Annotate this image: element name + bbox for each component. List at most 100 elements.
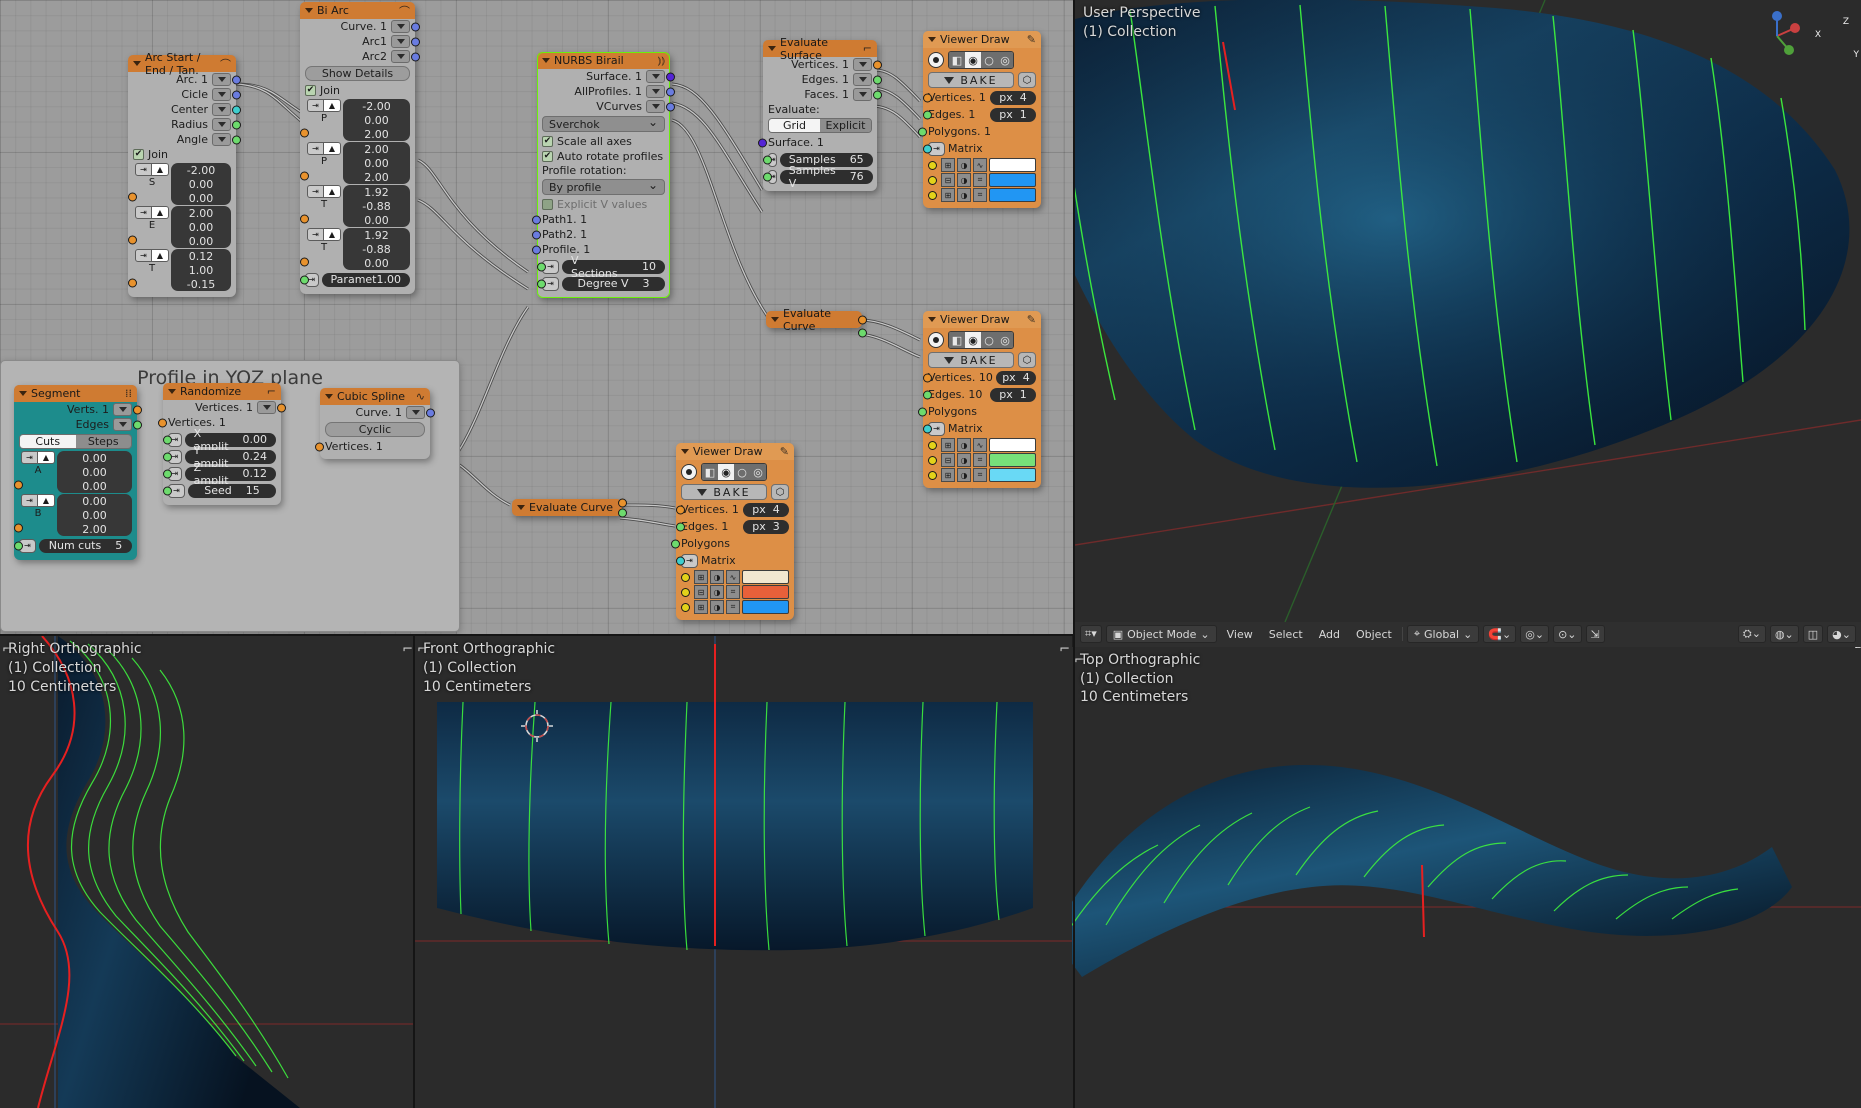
- output-arc[interactable]: Arc. 1: [128, 72, 241, 87]
- z-amplitude-prop[interactable]: ⇥ Z amplit 0.12: [163, 461, 276, 487]
- socket-in[interactable]: [300, 171, 309, 181]
- viewport-canvas[interactable]: [1072, 647, 1861, 1108]
- shading-solid-icon[interactable]: ◧: [702, 464, 718, 480]
- socket-in[interactable]: [14, 523, 23, 533]
- output-faces[interactable]: Faces. 1: [763, 87, 882, 102]
- link-icon[interactable]: ⇥: [135, 249, 152, 262]
- param-value[interactable]: 1.00: [377, 273, 402, 286]
- input-edges[interactable]: Edges. 1 px 1: [923, 107, 1036, 122]
- socket-out[interactable]: [232, 120, 241, 129]
- collapse-triangle-icon[interactable]: [768, 46, 776, 51]
- chevron-down-icon[interactable]: [212, 133, 231, 146]
- curve-icon[interactable]: ⌗: [726, 585, 740, 599]
- socket-out[interactable]: [232, 75, 241, 84]
- vector-z[interactable]: 0.00: [343, 213, 410, 227]
- vector-x[interactable]: 1.92: [343, 228, 410, 242]
- vector-z[interactable]: 2.00: [343, 127, 410, 141]
- node-header[interactable]: Viewer Draw ✎: [923, 311, 1041, 328]
- evaluate-mode-toggle[interactable]: Grid Explicit: [768, 118, 872, 133]
- node-header[interactable]: Segment ⁞⁞: [14, 385, 137, 402]
- output-curve[interactable]: Curve. 1: [300, 19, 420, 34]
- vector-y[interactable]: -0.88: [343, 199, 410, 213]
- vector-z[interactable]: 2.00: [343, 170, 410, 184]
- curve-icon[interactable]: ⌗: [973, 453, 987, 467]
- transform-orientation-select[interactable]: ⌖ Global ⌄: [1406, 625, 1480, 643]
- menu-select[interactable]: Select: [1263, 625, 1309, 643]
- socket-in[interactable]: [300, 257, 309, 267]
- socket-in[interactable]: [315, 442, 324, 451]
- socket-out[interactable]: [277, 403, 286, 412]
- node-header[interactable]: Evaluate Surface ⌐: [763, 36, 877, 62]
- socket-in[interactable]: [537, 262, 546, 271]
- vertex-color-row[interactable]: ⊞ ◑ ∿: [928, 438, 1036, 452]
- polygon-color-row[interactable]: ⊞ ◑ ⌗: [928, 188, 1036, 202]
- prop-value[interactable]: 15: [246, 484, 260, 497]
- node-header[interactable]: NURBS Birail ⦆⦆: [537, 52, 670, 69]
- viewport-gizmos-icon[interactable]: ⛭⌄: [1737, 625, 1766, 643]
- curve-icon[interactable]: ⌗: [973, 173, 987, 187]
- shading-wire-icon[interactable]: ◎: [750, 464, 766, 480]
- transform-icon[interactable]: ⇲: [1585, 625, 1605, 643]
- socket-out[interactable]: [232, 105, 241, 114]
- node-header[interactable]: Viewer Draw ✎: [676, 443, 794, 460]
- vertex-size-field[interactable]: px 4: [990, 90, 1036, 105]
- socket-in[interactable]: [681, 572, 690, 582]
- socket-out[interactable]: [618, 498, 627, 508]
- node-header[interactable]: Randomize ⌐: [163, 383, 281, 400]
- node-editor[interactable]: Profile in YOZ plane Arc Start / End / T…: [0, 0, 1075, 636]
- edge-width-field[interactable]: px 1: [990, 107, 1036, 122]
- brush-icon[interactable]: ◑: [710, 570, 724, 584]
- viewport-corner-icon-right[interactable]: ⌐: [402, 642, 413, 657]
- viewport-corner-icon[interactable]: ⌐: [2, 642, 13, 657]
- grid-icon[interactable]: ⊟: [694, 585, 708, 599]
- vector-input-b[interactable]: ⇥ ▲ B 0.00 0.00 2.00: [14, 494, 132, 536]
- socket-in[interactable]: [537, 279, 546, 288]
- expand-icon[interactable]: ▲: [38, 494, 55, 507]
- output-vertices[interactable]: Vertices. 1: [163, 400, 286, 415]
- viewport-top-orthographic[interactable]: Top Orthographic (1) Collection 10 Centi…: [1072, 647, 1861, 1108]
- display-toggles[interactable]: ◧ ◉ ○ ◎: [681, 463, 789, 481]
- brush-icon[interactable]: ◑: [710, 600, 724, 614]
- socket-in[interactable]: [163, 469, 172, 478]
- color-swatch[interactable]: [989, 438, 1036, 452]
- menu-object[interactable]: Object: [1350, 625, 1398, 643]
- chevron-down-icon[interactable]: [391, 20, 410, 33]
- expand-icon[interactable]: ▲: [324, 228, 341, 241]
- color-swatch[interactable]: [989, 158, 1036, 172]
- px-value[interactable]: 4: [773, 503, 780, 516]
- shading-flat-icon[interactable]: ○: [734, 464, 750, 480]
- expand-icon[interactable]: ▲: [324, 185, 341, 198]
- v-sections-prop[interactable]: ⇥ V Sections 10: [537, 254, 665, 280]
- vector-z[interactable]: 0.00: [343, 256, 410, 270]
- visibility-eye-icon[interactable]: [928, 52, 944, 68]
- socket-out[interactable]: [411, 52, 420, 61]
- socket-in[interactable]: [681, 602, 690, 612]
- bake-row[interactable]: BAKE ⬡: [928, 72, 1036, 88]
- grid-icon[interactable]: ⊞: [694, 570, 708, 584]
- socket-in[interactable]: [676, 505, 685, 514]
- node-header[interactable]: Viewer Draw ✎: [923, 31, 1041, 48]
- display-toggles[interactable]: ◧ ◉ ○ ◎: [928, 331, 1036, 349]
- vector-input-t[interactable]: ⇥ ▲ T 0.12 1.00 -0.15: [128, 249, 231, 291]
- input-matrix[interactable]: ⇥ Matrix: [923, 421, 1036, 436]
- shading-flat-icon[interactable]: ○: [981, 52, 997, 68]
- explicit-v-checkbox[interactable]: Explicit V values: [537, 197, 670, 212]
- socket-out[interactable]: [873, 90, 882, 99]
- socket-in[interactable]: [763, 155, 772, 164]
- header-controls[interactable]: ⌗▾ ▣ Object Mode ⌄ View Select Add Objec…: [1075, 622, 1861, 646]
- chevron-down-icon[interactable]: [212, 118, 231, 131]
- vector-z[interactable]: -0.15: [171, 277, 231, 291]
- vector-x[interactable]: 2.00: [171, 206, 231, 220]
- input-vertices[interactable]: Vertices. 10 px 4: [923, 370, 1036, 385]
- polygon-color-row[interactable]: ⊞ ◑ ⌗: [681, 600, 789, 614]
- viewport-canvas[interactable]: [0, 636, 415, 1108]
- select-icon[interactable]: ⬡: [1018, 352, 1036, 368]
- input-polygons[interactable]: Polygons: [671, 536, 794, 551]
- socket-in[interactable]: [923, 390, 932, 399]
- curve-icon[interactable]: ∿: [973, 438, 987, 452]
- node-arc-start-end-tan[interactable]: Arc Start / End / Tan. ⌒ Arc. 1 Cicle Ce…: [128, 51, 241, 297]
- socket-in[interactable]: [676, 556, 685, 565]
- viewport-corner-icon[interactable]: ⌐: [1074, 653, 1085, 668]
- vector-x[interactable]: 0.12: [171, 249, 231, 263]
- bake-row[interactable]: BAKE ⬡: [681, 484, 789, 500]
